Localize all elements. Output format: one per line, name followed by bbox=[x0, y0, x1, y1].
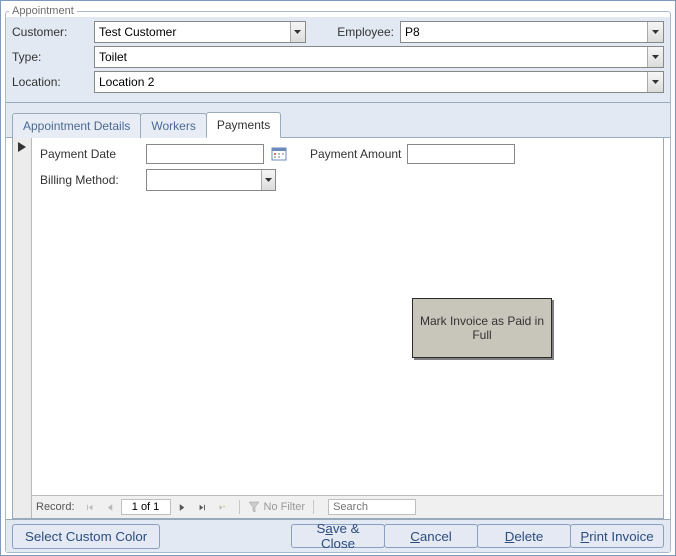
tab-appointment-details[interactable]: Appointment Details bbox=[12, 113, 141, 138]
appointment-fieldset: Appointment Customer: Employee: Type: Lo… bbox=[5, 5, 671, 553]
type-label: Type: bbox=[12, 50, 88, 64]
print-invoice-button[interactable]: Print Invoice bbox=[570, 524, 664, 548]
tab-workers[interactable]: Workers bbox=[140, 113, 206, 138]
calendar-icon[interactable] bbox=[270, 145, 288, 163]
customer-label: Customer: bbox=[12, 25, 88, 39]
nav-separator bbox=[239, 500, 240, 514]
employee-input[interactable] bbox=[401, 22, 647, 42]
tab-payments[interactable]: Payments bbox=[206, 112, 281, 138]
record-selector[interactable] bbox=[13, 138, 32, 518]
tab-body-payments: Payment Date Payment Amount Billing Meth… bbox=[12, 138, 664, 519]
select-custom-color-button[interactable]: Select Custom Color bbox=[12, 524, 160, 549]
billing-method-input[interactable] bbox=[147, 170, 261, 190]
billing-method-dropdown-arrow[interactable] bbox=[261, 170, 275, 190]
type-dropdown-arrow[interactable] bbox=[647, 47, 663, 67]
employee-dropdown-arrow[interactable] bbox=[647, 22, 663, 42]
appointment-window: Appointment Customer: Employee: Type: Lo… bbox=[0, 0, 676, 556]
customer-combo[interactable] bbox=[94, 21, 306, 43]
funnel-icon bbox=[248, 501, 260, 513]
tab-bar: Appointment Details Workers Payments bbox=[6, 103, 670, 138]
recordnav-label: Record: bbox=[36, 501, 75, 513]
nav-search-input[interactable] bbox=[328, 499, 416, 515]
delete-button[interactable]: Delete bbox=[477, 524, 571, 548]
header-panel: Customer: Employee: Type: Location: bbox=[6, 17, 670, 103]
nav-next-button[interactable] bbox=[173, 499, 191, 515]
footer-bar: Select Custom Color Save & Close Cancel … bbox=[6, 519, 670, 552]
location-input[interactable] bbox=[95, 72, 647, 92]
record-navigator: Record: No Filter bbox=[32, 495, 663, 518]
location-label: Location: bbox=[12, 75, 88, 89]
employee-label: Employee: bbox=[324, 25, 394, 39]
location-dropdown-arrow[interactable] bbox=[647, 72, 663, 92]
payments-subform: Payment Date Payment Amount Billing Meth… bbox=[13, 138, 663, 518]
window-title: Appointment bbox=[9, 5, 77, 17]
nav-prev-button[interactable] bbox=[101, 499, 119, 515]
filter-text: No Filter bbox=[264, 501, 306, 513]
mark-paid-button[interactable]: Mark Invoice as Paid in Full bbox=[412, 298, 552, 358]
nav-last-button[interactable] bbox=[193, 499, 211, 515]
billing-method-label: Billing Method: bbox=[40, 173, 140, 187]
employee-combo[interactable] bbox=[400, 21, 664, 43]
customer-dropdown-arrow[interactable] bbox=[290, 22, 305, 42]
customer-input[interactable] bbox=[95, 22, 290, 42]
filter-indicator[interactable]: No Filter bbox=[248, 501, 306, 513]
cancel-button[interactable]: Cancel bbox=[384, 524, 478, 548]
billing-method-combo[interactable] bbox=[146, 169, 276, 191]
nav-new-button[interactable] bbox=[213, 499, 231, 515]
nav-separator2 bbox=[313, 500, 314, 514]
payments-form-area: Payment Date Payment Amount Billing Meth… bbox=[32, 138, 663, 518]
save-close-button[interactable]: Save & Close bbox=[291, 524, 385, 548]
nav-first-button[interactable] bbox=[81, 499, 99, 515]
location-combo[interactable] bbox=[94, 71, 664, 93]
nav-position-input[interactable] bbox=[121, 499, 171, 515]
type-combo[interactable] bbox=[94, 46, 664, 68]
payment-amount-label: Payment Amount bbox=[310, 147, 401, 161]
payment-amount-input[interactable] bbox=[407, 144, 515, 164]
payment-date-label: Payment Date bbox=[40, 147, 140, 161]
type-input[interactable] bbox=[95, 47, 647, 67]
payment-date-input[interactable] bbox=[146, 144, 264, 164]
